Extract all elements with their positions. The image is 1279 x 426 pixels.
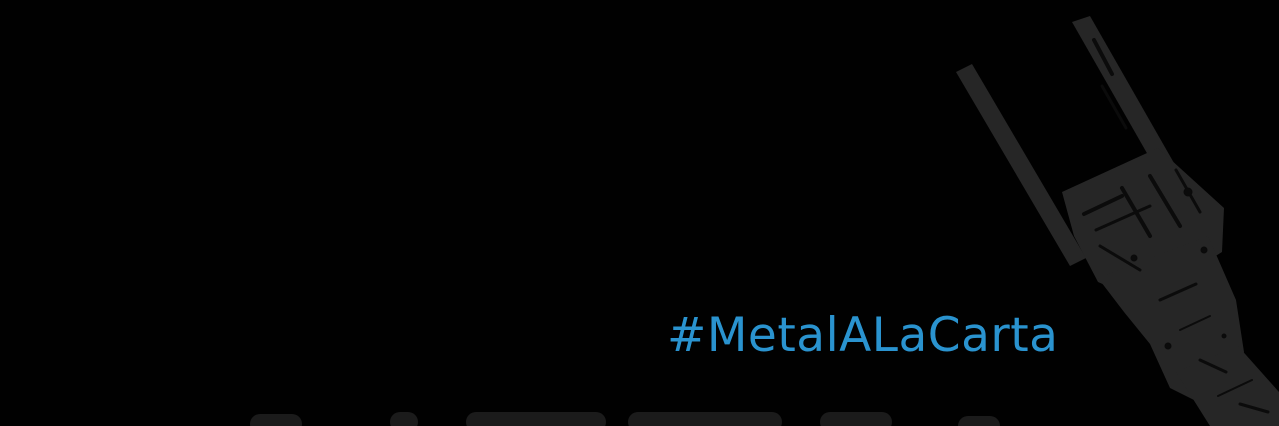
hashtag-text: #MetalALaCarta bbox=[667, 308, 1059, 363]
bottom-decorative-shapes bbox=[250, 412, 1000, 426]
header-banner: #MetalALaCarta bbox=[0, 0, 1279, 426]
